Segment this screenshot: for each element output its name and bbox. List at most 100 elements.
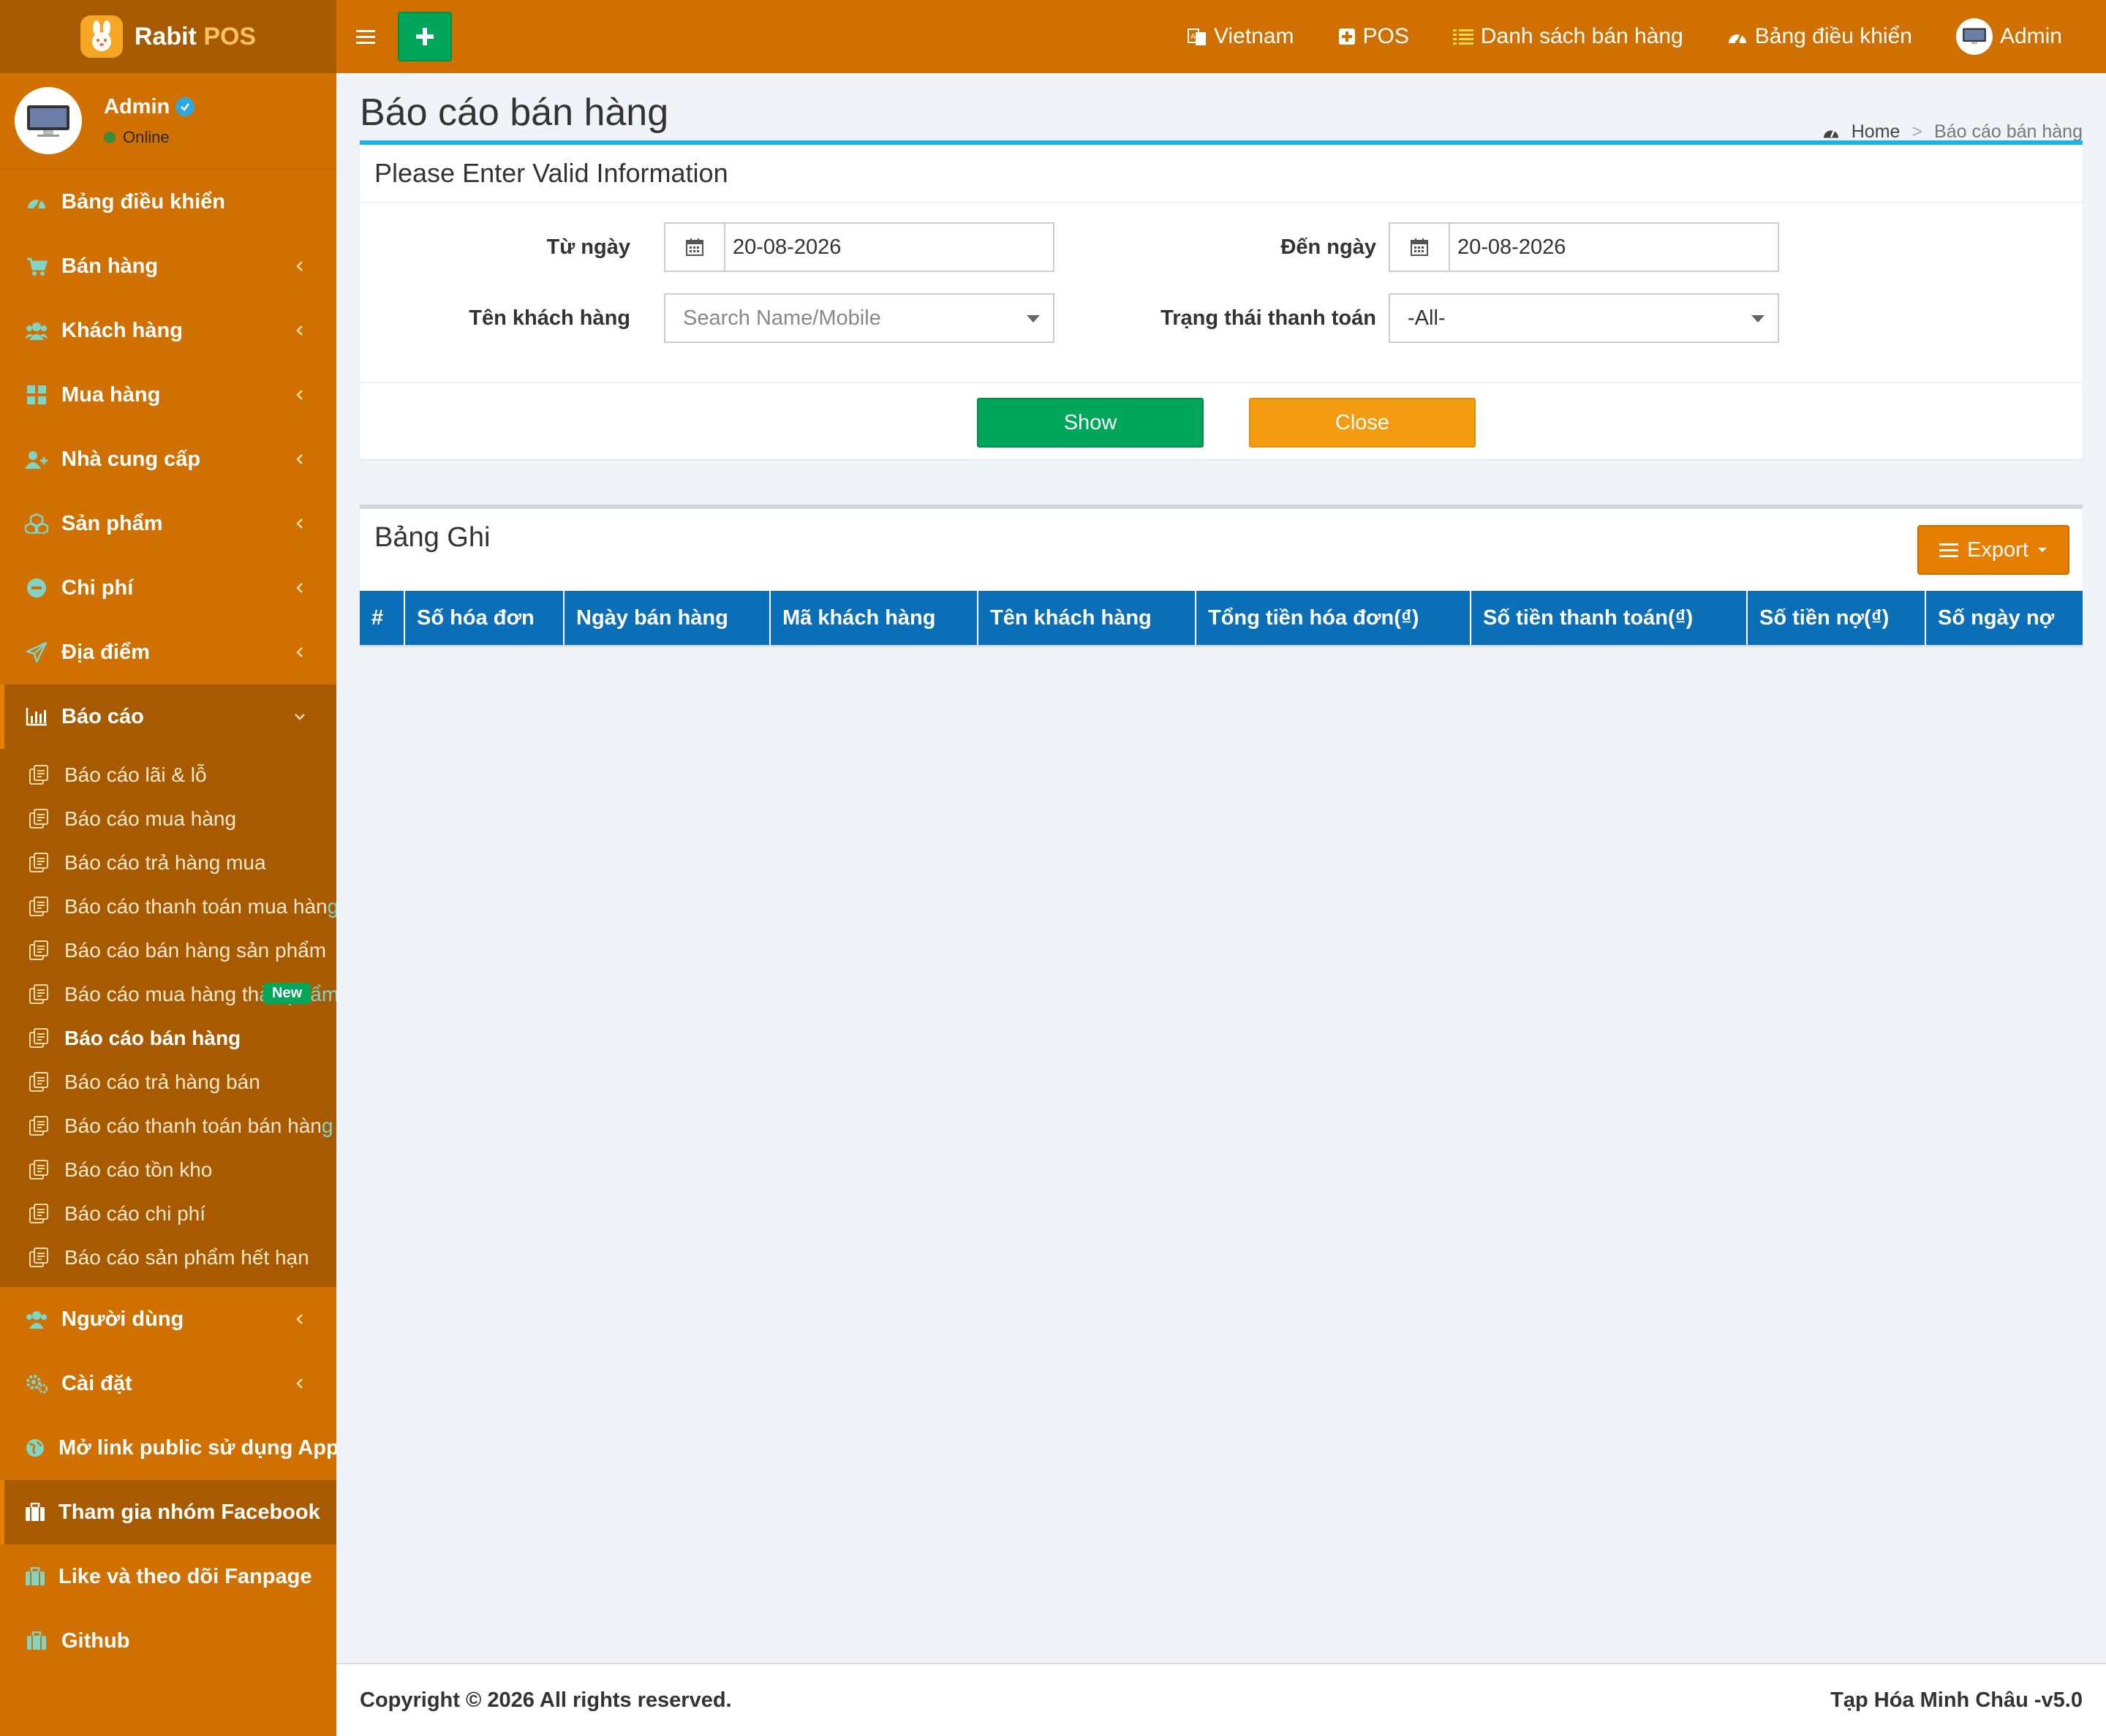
customer-select[interactable]: Search Name/Mobile	[664, 293, 1054, 343]
plus-icon	[416, 28, 434, 45]
report-submenu-label: Báo cáo bán hàng sản phẩm	[64, 939, 327, 962]
chevron-left-icon	[296, 261, 303, 271]
payment-status-select[interactable]: -All-	[1389, 293, 1779, 343]
top-navbar: A Vietnam POS Danh sách bán hàng Bảng đi…	[336, 0, 2106, 73]
report-submenu-label: Báo cáo tồn kho	[64, 1158, 213, 1181]
column-header[interactable]: Số hóa đơn	[405, 591, 565, 645]
filter-panel-footer: Show Close	[360, 382, 2083, 464]
report-submenu-item[interactable]: Báo cáo thanh toán mua hàn g	[0, 885, 336, 929]
copy-icon	[28, 764, 50, 786]
pos-link[interactable]: POS	[1316, 0, 1431, 73]
sidebar-item-locations[interactable]: Địa điểm	[0, 620, 336, 684]
avatar	[1955, 18, 1993, 55]
chevron-left-icon	[296, 518, 303, 529]
report-submenu-item[interactable]: Báo cáo mua hàng thản phẩmNew	[0, 973, 336, 1016]
sidebar: Rabit POS Admin Online Bảng điều khiển B…	[0, 0, 336, 1736]
user-panel: Admin Online	[0, 73, 336, 170]
report-submenu-item[interactable]: Báo cáo trả hàng bán	[0, 1060, 336, 1104]
report-submenu-item[interactable]: Báo cáo trả hàng mua	[0, 841, 336, 885]
verified-icon	[176, 97, 195, 116]
close-button[interactable]: Close	[1249, 398, 1476, 448]
users-icon	[25, 1307, 48, 1331]
sidebar-item-sales[interactable]: Bán hàng	[0, 234, 336, 298]
report-submenu-label: Báo cáo bán hàng	[64, 1027, 241, 1049]
dropdown-caret-icon	[1751, 315, 1765, 322]
sidebar-item-suppliers[interactable]: Nhà cung cấp	[0, 427, 336, 491]
user-menu[interactable]: Admin	[1934, 0, 2084, 73]
user-name: Admin	[104, 95, 195, 119]
sidebar-toggle-button[interactable]	[336, 0, 395, 73]
show-button[interactable]: Show	[977, 398, 1204, 448]
sidebar-item-facebook-group[interactable]: Tham gia nhóm Facebook	[0, 1480, 336, 1544]
dashboard-icon	[25, 190, 48, 214]
sidebar-item-products[interactable]: Sản phẩm	[0, 491, 336, 556]
report-submenu-item[interactable]: Báo cáo thanh toán bán hàn g	[0, 1104, 336, 1148]
svg-text:A: A	[1190, 33, 1196, 41]
from-date-field[interactable]: 20-08-2026	[664, 222, 1054, 272]
globe-icon	[25, 1436, 45, 1460]
report-submenu-item[interactable]: Báo cáo tồn kho	[0, 1148, 336, 1192]
breadcrumb-home[interactable]: Home	[1852, 121, 1901, 143]
version-text: Tạp Hóa Minh Châu -v5.0	[1830, 1688, 2083, 1712]
report-submenu-item[interactable]: Báo cáo chi phí	[0, 1192, 336, 1236]
column-header[interactable]: Tổng tiền hóa đơn(₫)	[1196, 591, 1471, 645]
report-submenu-item[interactable]: Báo cáo mua hàng	[0, 797, 336, 841]
report-submenu-item[interactable]: Báo cáo bán hàng	[0, 1016, 336, 1060]
language-switcher[interactable]: A Vietnam	[1166, 0, 1316, 73]
sidebar-item-dashboard[interactable]: Bảng điều khiển	[0, 170, 336, 234]
report-submenu-label: Báo cáo mua hàng th	[64, 983, 260, 1005]
sidebar-item-github[interactable]: Github	[0, 1609, 336, 1673]
top-nav-links: A Vietnam POS Danh sách bán hàng Bảng đi…	[1166, 0, 2106, 73]
user-plus-icon	[25, 448, 48, 471]
customer-name-label: Tên khách hàng	[469, 306, 630, 330]
column-header[interactable]: #	[360, 591, 405, 645]
copy-icon	[28, 808, 50, 830]
sidebar-item-fanpage[interactable]: Like và theo dõi Fanpage	[0, 1544, 336, 1609]
copy-icon	[28, 1115, 50, 1137]
report-submenu-label: Báo cáo thanh toán bán hàn	[64, 1114, 322, 1137]
reports-submenu: Báo cáo lãi & lỗ Báo cáo mua hàng Báo cáo …	[0, 749, 336, 1287]
to-date-input[interactable]: 20-08-2026	[1450, 224, 1778, 271]
to-date-field[interactable]: 20-08-2026	[1389, 222, 1779, 272]
chevron-left-icon	[296, 583, 303, 593]
sidebar-item-settings[interactable]: Cài đặt	[0, 1351, 336, 1416]
sidebar-item-reports[interactable]: Báo cáo	[0, 684, 336, 749]
records-panel: Bảng Ghi Export # Số hóa đơn Ngày bán hà…	[360, 505, 2083, 646]
chevron-left-icon	[296, 454, 303, 464]
rabbit-logo-icon	[80, 15, 123, 58]
users-icon	[25, 319, 48, 342]
sidebar-item-public-link[interactable]: Mở link public sử dụng App	[0, 1416, 336, 1480]
from-date-input[interactable]: 20-08-2026	[725, 224, 1053, 271]
dashboard-icon	[1728, 34, 1746, 45]
column-header[interactable]: Số ngày nợ	[1926, 591, 2083, 645]
report-submenu-label: Báo cáo trả hàng bán	[64, 1071, 260, 1093]
copyright-text: Copyright © 2026 All rights reserved.	[360, 1688, 732, 1712]
report-submenu-item[interactable]: Báo cáo sản phẩm hết hạn	[0, 1236, 336, 1280]
sidebar-item-users[interactable]: Người dùng	[0, 1287, 336, 1351]
cubes-icon	[25, 512, 48, 535]
sales-list-link[interactable]: Danh sách bán hàng	[1431, 0, 1705, 73]
sidebar-item-purchases[interactable]: Mua hàng	[0, 363, 336, 427]
page-header: Báo cáo bán hàng Home > Báo cáo bán hàng	[360, 91, 2083, 142]
chevron-left-icon	[296, 1314, 303, 1324]
brand[interactable]: Rabit POS	[0, 0, 336, 73]
report-submenu-label: Báo cáo lãi & lỗ	[64, 763, 207, 786]
column-header[interactable]: Tên khách hàng	[978, 591, 1196, 645]
records-title: Bảng Ghi	[374, 522, 491, 553]
minus-circle-icon	[25, 576, 48, 600]
column-header[interactable]: Ngày bán hàng	[565, 591, 771, 645]
column-header[interactable]: Số tiền thanh toán(₫)	[1471, 591, 1748, 645]
quick-add-button[interactable]	[398, 12, 452, 61]
column-header[interactable]: Số tiền nợ(₫)	[1748, 591, 1926, 645]
copy-icon	[28, 896, 50, 918]
column-header[interactable]: Mã khách hàng	[771, 591, 978, 645]
table-bottom-border	[360, 645, 2083, 646]
dashboard-link[interactable]: Bảng điều khiển	[1705, 0, 1934, 73]
export-button[interactable]: Export	[1917, 525, 2069, 575]
report-submenu-label: Báo cáo thanh toán mua hàn	[64, 895, 328, 918]
sidebar-item-customers[interactable]: Khách hàng	[0, 298, 336, 363]
report-submenu-item[interactable]: Báo cáo lãi & lỗ	[0, 753, 336, 797]
filter-panel-title: Please Enter Valid Information	[374, 158, 728, 188]
sidebar-item-expenses[interactable]: Chi phí	[0, 556, 336, 620]
report-submenu-item[interactable]: Báo cáo bán hàng sản phẩm	[0, 929, 336, 973]
